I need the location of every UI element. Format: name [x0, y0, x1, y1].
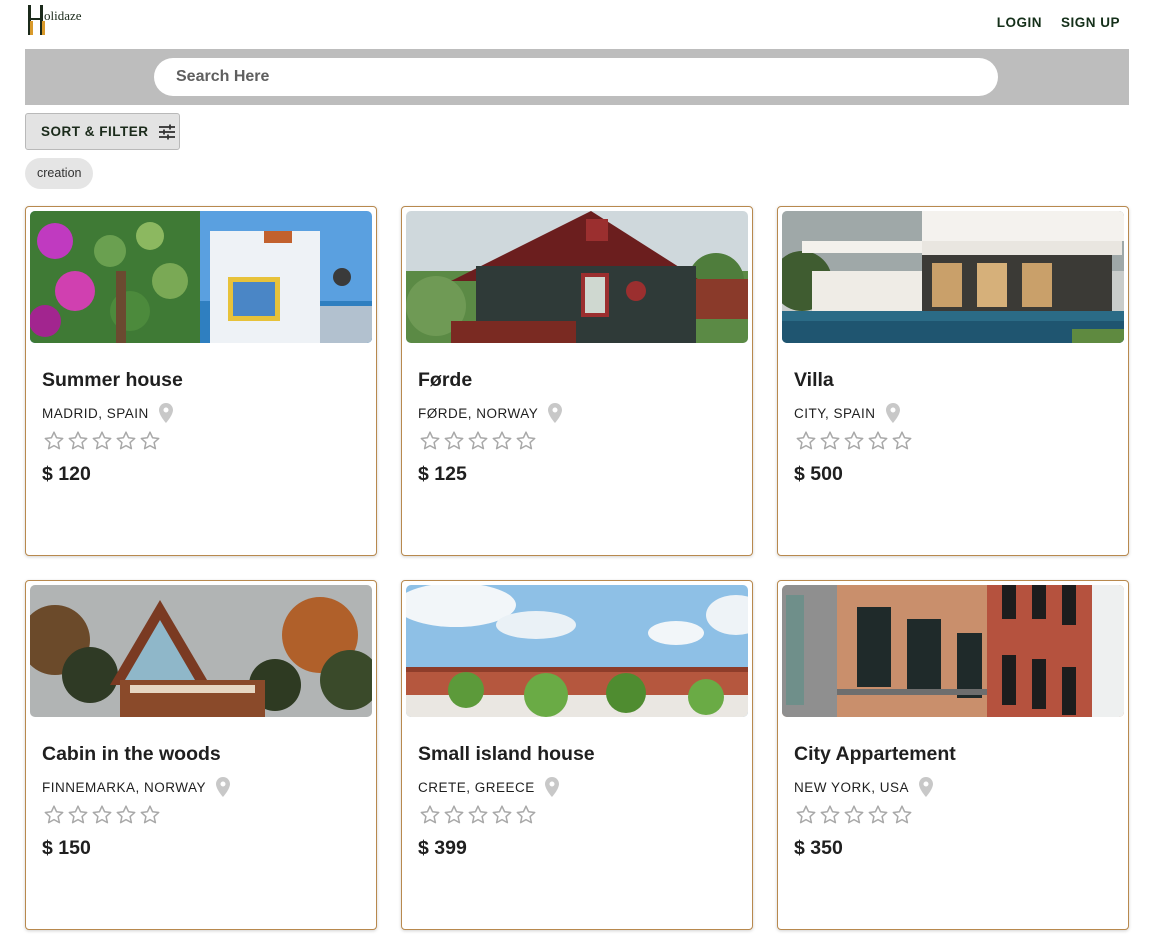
- location-text: CITY, SPAIN: [794, 405, 876, 421]
- forde-house-photo: [406, 211, 748, 343]
- star-icon[interactable]: [138, 429, 162, 453]
- listing-card[interactable]: City Appartement NEW YORK, USA $ 350: [777, 580, 1129, 930]
- island-house-photo: [406, 585, 748, 717]
- location-text: FINNEMARKA, NORWAY: [42, 779, 207, 795]
- listing-title: City Appartement: [794, 743, 956, 765]
- signup-link[interactable]: SIGN UP: [1061, 15, 1120, 30]
- star-rating[interactable]: [794, 803, 914, 827]
- star-icon[interactable]: [818, 803, 842, 827]
- star-icon[interactable]: [842, 429, 866, 453]
- star-rating[interactable]: [418, 429, 538, 453]
- listing-price: $ 125: [418, 463, 467, 485]
- star-icon[interactable]: [114, 429, 138, 453]
- star-icon[interactable]: [90, 803, 114, 827]
- star-icon[interactable]: [466, 803, 490, 827]
- listing-card[interactable]: Small island house CRETE, GREECE $ 399: [401, 580, 753, 930]
- tune-icon: [158, 124, 175, 139]
- listing-title: Small island house: [418, 743, 595, 765]
- star-icon[interactable]: [418, 429, 442, 453]
- star-icon[interactable]: [842, 803, 866, 827]
- star-icon[interactable]: [890, 803, 914, 827]
- location-pin-icon: [548, 403, 563, 423]
- listing-location: CRETE, GREECE: [418, 777, 559, 797]
- star-icon[interactable]: [490, 803, 514, 827]
- star-icon[interactable]: [866, 429, 890, 453]
- star-icon[interactable]: [794, 803, 818, 827]
- search-bar: [25, 49, 1129, 105]
- location-text: MADRID, SPAIN: [42, 405, 149, 421]
- star-icon[interactable]: [866, 803, 890, 827]
- location-pin-icon: [216, 777, 231, 797]
- listing-card[interactable]: Førde FØRDE, NORWAY $ 125: [401, 206, 753, 556]
- location-pin-icon: [885, 403, 900, 423]
- star-icon[interactable]: [818, 429, 842, 453]
- villa-photo: [782, 211, 1124, 343]
- listing-title: Summer house: [42, 369, 183, 391]
- star-icon[interactable]: [514, 429, 538, 453]
- star-icon[interactable]: [90, 429, 114, 453]
- listing-price: $ 350: [794, 837, 843, 859]
- sort-filter-label: SORT & FILTER: [41, 124, 149, 139]
- star-icon[interactable]: [66, 803, 90, 827]
- location-text: FØRDE, NORWAY: [418, 405, 539, 421]
- star-icon[interactable]: [114, 803, 138, 827]
- star-icon[interactable]: [442, 429, 466, 453]
- star-icon[interactable]: [490, 429, 514, 453]
- search-input[interactable]: [154, 58, 998, 96]
- listing-location: FØRDE, NORWAY: [418, 403, 563, 423]
- star-icon[interactable]: [138, 803, 162, 827]
- star-icon[interactable]: [442, 803, 466, 827]
- star-icon[interactable]: [418, 803, 442, 827]
- listing-location: FINNEMARKA, NORWAY: [42, 777, 231, 797]
- city-apartment-photo: [782, 585, 1124, 717]
- cabin-photo: [30, 585, 372, 717]
- star-icon[interactable]: [890, 429, 914, 453]
- listing-title: Villa: [794, 369, 834, 391]
- star-rating[interactable]: [42, 803, 162, 827]
- location-pin-icon: [158, 403, 173, 423]
- listing-location: NEW YORK, USA: [794, 777, 934, 797]
- listing-price: $ 120: [42, 463, 91, 485]
- listing-price: $ 150: [42, 837, 91, 859]
- star-rating[interactable]: [794, 429, 914, 453]
- listing-location: CITY, SPAIN: [794, 403, 900, 423]
- star-icon[interactable]: [794, 429, 818, 453]
- header-nav: LOGIN SIGN UP: [997, 15, 1120, 30]
- location-text: NEW YORK, USA: [794, 779, 910, 795]
- summer-house-photo: [30, 211, 372, 343]
- star-rating[interactable]: [418, 803, 538, 827]
- star-icon[interactable]: [514, 803, 538, 827]
- location-pin-icon: [919, 777, 934, 797]
- star-icon[interactable]: [42, 803, 66, 827]
- star-rating[interactable]: [42, 429, 162, 453]
- star-icon[interactable]: [42, 429, 66, 453]
- star-icon[interactable]: [466, 429, 490, 453]
- location-text: CRETE, GREECE: [418, 779, 535, 795]
- location-pin-icon: [544, 777, 559, 797]
- login-link[interactable]: LOGIN: [997, 15, 1042, 30]
- listing-title: Cabin in the woods: [42, 743, 221, 765]
- star-icon[interactable]: [66, 429, 90, 453]
- listing-price: $ 500: [794, 463, 843, 485]
- listing-card[interactable]: Cabin in the woods FINNEMARKA, NORWAY $ …: [25, 580, 377, 930]
- listing-location: MADRID, SPAIN: [42, 403, 173, 423]
- listing-card[interactable]: Villa CITY, SPAIN $ 500: [777, 206, 1129, 556]
- sort-filter-button[interactable]: SORT & FILTER: [25, 113, 180, 150]
- filter-chip[interactable]: creation: [25, 158, 94, 189]
- listing-title: Førde: [418, 369, 473, 391]
- listing-price: $ 399: [418, 837, 467, 859]
- listing-card[interactable]: Summer house MADRID, SPAIN $ 120: [25, 206, 377, 556]
- logo-text: olidaze: [44, 8, 82, 23]
